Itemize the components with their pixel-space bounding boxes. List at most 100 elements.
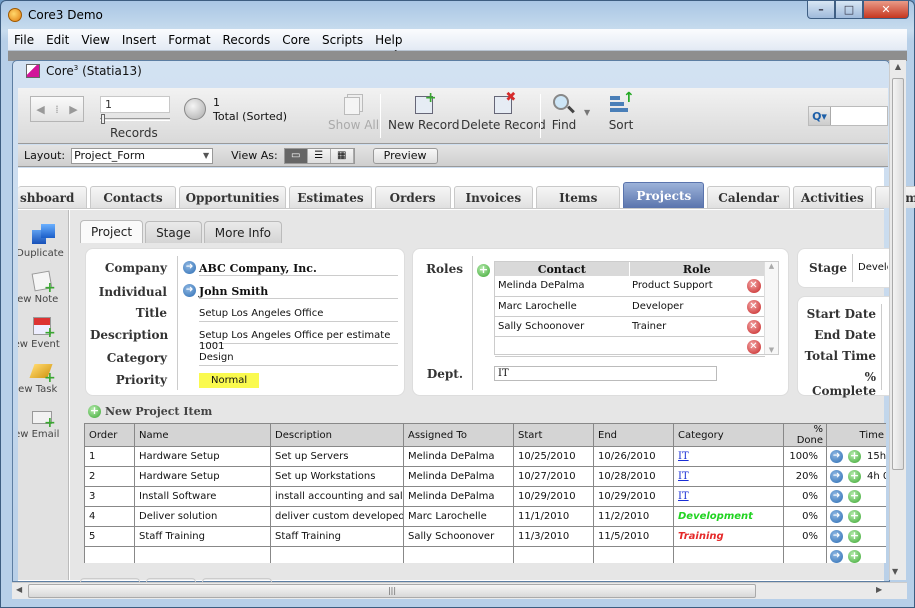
role-role-cell[interactable]: ✕ [629,336,765,357]
order-cell[interactable]: 3 [84,486,135,507]
subtab-project[interactable]: Project [80,220,144,243]
project-item-row[interactable]: 4 Deliver solution deliver custom develope… [84,506,886,527]
order-cell[interactable] [84,546,135,563]
go-to-individual-icon[interactable]: ➜ [183,284,196,297]
title-field[interactable]: Setup Los Angeles Office [199,306,398,322]
scroll-right-icon[interactable]: ▶ [876,585,882,594]
go-to-item-icon[interactable]: ➜ [830,530,843,543]
menu-edit[interactable]: Edit [40,33,75,47]
go-to-company-icon[interactable]: ➜ [183,261,196,274]
start-cell[interactable]: 10/27/2010 [513,466,594,487]
role-role-cell[interactable]: Developer ✕ [629,296,765,317]
minimize-button[interactable]: – [807,0,835,19]
order-cell[interactable]: 1 [84,446,135,467]
name-cell[interactable]: Hardware Setup [134,466,271,487]
assigned-to-cell[interactable] [403,546,514,563]
delete-record-button[interactable]: ✖ Delete Record [461,91,546,132]
go-to-item-icon[interactable]: ➜ [830,510,843,523]
roles-scrollbar[interactable]: ▲ ▼ [764,262,778,354]
tab-estimates[interactable]: Estimates [289,186,372,208]
vertical-scroll-thumb[interactable] [892,78,904,470]
column-header-description[interactable]: Description [270,423,404,447]
tab-calendar[interactable]: Calendar [707,186,790,208]
go-to-item-icon[interactable]: ➜ [830,470,843,483]
category-cell[interactable]: Training [673,526,784,547]
menu-scripts[interactable]: Scripts [316,33,369,47]
assigned-to-cell[interactable]: Marc Larochelle [403,506,514,527]
start-cell[interactable]: 10/29/2010 [513,486,594,507]
name-cell[interactable]: Install Software [134,486,271,507]
menu-help[interactable]: Help [369,33,408,47]
description-cell[interactable]: install accounting and sales [270,486,404,507]
column-header-time[interactable]: Time [826,423,886,447]
end-cell[interactable] [593,546,674,563]
description-field[interactable]: Setup Los Angeles Office per estimate 10… [199,328,398,352]
role-contact-cell[interactable]: Sally Schoonover [495,316,629,337]
order-cell[interactable]: 5 [84,526,135,547]
delete-role-icon[interactable]: ✕ [746,319,761,334]
start-cell[interactable]: 11/3/2010 [513,526,594,547]
category-field[interactable]: Design [199,350,398,366]
end-cell[interactable]: 11/2/2010 [593,506,674,527]
assigned-to-cell[interactable]: Melinda DePalma [403,466,514,487]
quick-find-input[interactable] [831,108,887,124]
horizontal-scrollbar[interactable]: ◀ ||| ▶ [12,582,907,599]
role-contact-cell[interactable]: Melinda DePalma [495,276,629,297]
record-slider-track[interactable] [100,118,170,121]
description-cell[interactable]: Staff Training [270,526,404,547]
menu-records[interactable]: Records [217,33,277,47]
delete-role-icon[interactable]: ✕ [746,279,761,293]
role-role-cell[interactable]: Product Support ✕ [629,276,765,297]
tab-projects[interactable]: Projects [623,182,705,208]
description-cell[interactable] [270,546,404,563]
description-cell[interactable]: deliver custom developed [270,506,404,527]
find-button[interactable]: Find [551,92,577,132]
end-cell[interactable]: 10/28/2010 [593,466,674,487]
start-cell[interactable] [513,546,594,563]
name-cell[interactable]: Staff Training [134,526,271,547]
company-field[interactable]: ABC Company, Inc. [199,260,398,276]
tab-activities[interactable]: Activities [793,186,872,208]
quick-find-search-icon[interactable]: Q▾ [809,107,831,125]
scroll-up-icon[interactable]: ▲ [765,262,778,270]
scroll-down-icon[interactable]: ▼ [765,346,778,354]
project-item-row[interactable]: 3 Install Software install accounting and … [84,486,886,507]
add-time-icon[interactable]: + [848,470,861,483]
add-role-icon[interactable]: + [477,264,490,277]
column-header-end[interactable]: End [593,423,674,447]
name-cell[interactable]: Deliver solution [134,506,271,527]
assigned-to-cell[interactable]: Sally Schoonover [403,526,514,547]
new-project-item-button[interactable]: New Project Item [105,405,212,418]
percent-done-cell[interactable] [783,546,827,563]
tab-orders[interactable]: Orders [374,186,451,208]
name-cell[interactable] [134,546,271,563]
go-to-item-icon[interactable]: ➜ [830,550,843,563]
percent-done-cell[interactable]: 0% [783,526,827,547]
add-time-icon[interactable]: + [848,510,861,523]
menu-core[interactable]: Core [276,33,316,47]
show-all-button[interactable]: Show All [328,92,379,132]
vertical-scrollbar[interactable]: ▲ ▼ [889,60,906,580]
column-header-name[interactable]: Name [134,423,271,447]
role-contact-cell[interactable] [495,336,629,357]
category-cell[interactable]: IT [673,466,784,487]
end-cell[interactable]: 10/26/2010 [593,446,674,467]
go-to-item-icon[interactable]: ➜ [830,450,843,463]
record-number-input[interactable]: 1 [100,96,170,113]
find-dropdown-icon[interactable]: ▼ [584,108,590,117]
new-event-button[interactable]: + New Event [18,315,68,350]
horizontal-scroll-thumb[interactable]: ||| [28,584,756,598]
percent-done-cell[interactable]: 0% [783,506,827,527]
scroll-up-icon[interactable]: ▲ [890,62,906,71]
end-cell[interactable]: 10/29/2010 [593,486,674,507]
close-button[interactable]: ✕ [863,0,909,19]
preview-button[interactable]: Preview [372,147,438,164]
add-time-icon[interactable]: + [848,530,861,543]
column-header-percent-done[interactable]: % Done [783,423,827,447]
menu-view[interactable]: View [75,33,115,47]
maximize-button[interactable]: □ [835,0,863,19]
project-item-row[interactable]: 2 Hardware Setup Set up Workstations Melind… [84,466,886,487]
tab-invoices[interactable]: Invoices [453,186,534,208]
column-header-start[interactable]: Start [513,423,594,447]
category-cell[interactable]: Development [673,506,784,527]
